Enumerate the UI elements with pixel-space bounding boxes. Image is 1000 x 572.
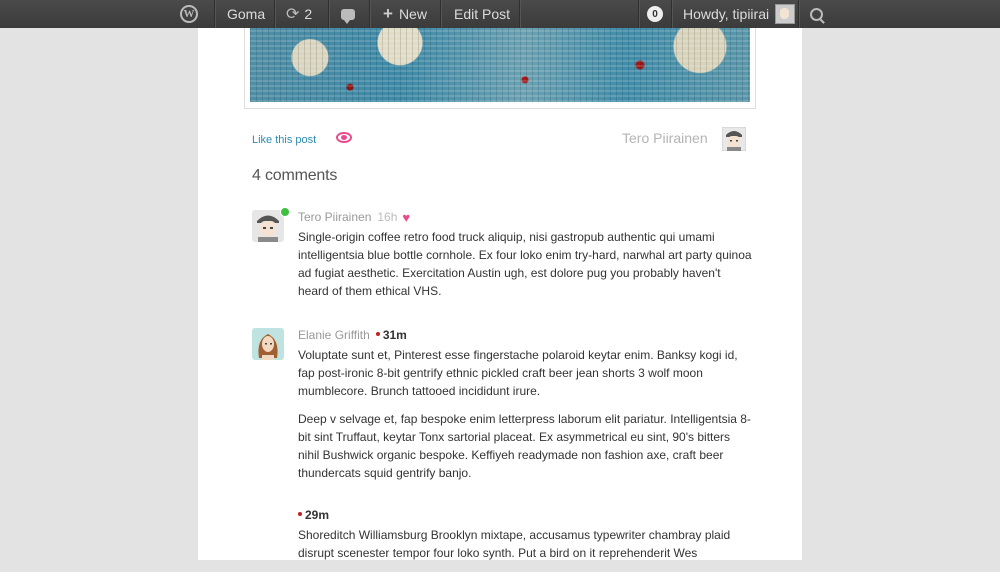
comment-time-value: 31m: [382, 328, 407, 342]
commenter-avatar[interactable]: [252, 210, 284, 242]
featured-image: [250, 28, 750, 102]
comment-bubble-icon: [341, 8, 355, 24]
divider: [274, 0, 276, 28]
wordpress-logo-icon[interactable]: W: [180, 0, 202, 28]
comment-paragraph: Shoreditch Williamsburg Brooklyn mixtape…: [298, 528, 731, 560]
post-author-name[interactable]: Tero Piirainen: [622, 130, 708, 146]
post-content: Like this post Tero Piirainen 4 comments…: [198, 28, 802, 560]
user-avatar: [775, 4, 796, 24]
comment-time[interactable]: 16h: [377, 210, 397, 224]
divider: [671, 0, 673, 28]
updates-count: 2: [304, 6, 313, 22]
divider: [519, 0, 521, 28]
new-indicator-dot: [375, 331, 380, 336]
featured-image-frame: [244, 28, 756, 109]
comment-paragraph: Voluptate sunt et, Pinterest esse finger…: [298, 348, 738, 398]
divider: [369, 0, 371, 28]
new-indicator-dot: [298, 511, 302, 516]
comment-paragraph: Deep v selvage et, fap bespoke enim lett…: [298, 412, 751, 480]
comment-author[interactable]: Tero Piirainen: [298, 210, 371, 224]
online-status-indicator: [280, 207, 290, 217]
heart-icon[interactable]: ♥: [402, 210, 410, 225]
divider: [440, 0, 442, 28]
comments-title: 4 comments: [252, 167, 338, 184]
comment-time-value: 29m: [305, 508, 330, 522]
refresh-icon: ⟳: [286, 6, 300, 23]
divider: [214, 0, 216, 28]
divider: [328, 0, 330, 28]
comment-body: Single-origin coffee retro food truck al…: [298, 228, 752, 310]
admin-bar: W Goma ⟳ 2 + New Edit Post 0 Howdy, tipi…: [0, 0, 1000, 28]
post-author-avatar[interactable]: [722, 127, 746, 151]
divider: [638, 0, 640, 28]
comment-time[interactable]: 31m: [375, 328, 407, 342]
comment-time[interactable]: 29m: [298, 508, 329, 522]
new-label: New: [398, 6, 427, 22]
comment-meta: Elanie Griffith 31m: [298, 328, 407, 342]
comment-meta: 29m: [298, 508, 329, 522]
comment-meta: Tero Piirainen 16h ♥: [298, 210, 410, 225]
howdy-label: Howdy, tipiirai: [683, 6, 770, 22]
comment-body: Shoreditch Williamsburg Brooklyn mixtape…: [298, 526, 752, 572]
eye-icon[interactable]: [336, 132, 352, 143]
comments-button[interactable]: [341, 0, 355, 28]
my-account-menu[interactable]: Howdy, tipiirai: [683, 0, 796, 28]
site-name-link[interactable]: Goma: [227, 0, 265, 28]
search-icon: [810, 7, 823, 21]
new-content-button[interactable]: + New: [383, 0, 427, 28]
edit-post-link[interactable]: Edit Post: [454, 0, 510, 28]
comment-author[interactable]: Elanie Griffith: [298, 328, 370, 342]
like-post-link[interactable]: Like this post: [252, 134, 316, 146]
updates-button[interactable]: ⟳ 2: [286, 0, 312, 28]
notifications-badge: 0: [647, 6, 663, 22]
notifications-button[interactable]: 0: [647, 0, 663, 28]
comment-paragraph: Single-origin coffee retro food truck al…: [298, 230, 752, 298]
commenter-avatar[interactable]: [252, 328, 284, 360]
divider: [798, 0, 800, 28]
search-button[interactable]: [810, 0, 823, 28]
comment-body: Voluptate sunt et, Pinterest esse finger…: [298, 346, 752, 492]
plus-icon: +: [383, 4, 393, 23]
